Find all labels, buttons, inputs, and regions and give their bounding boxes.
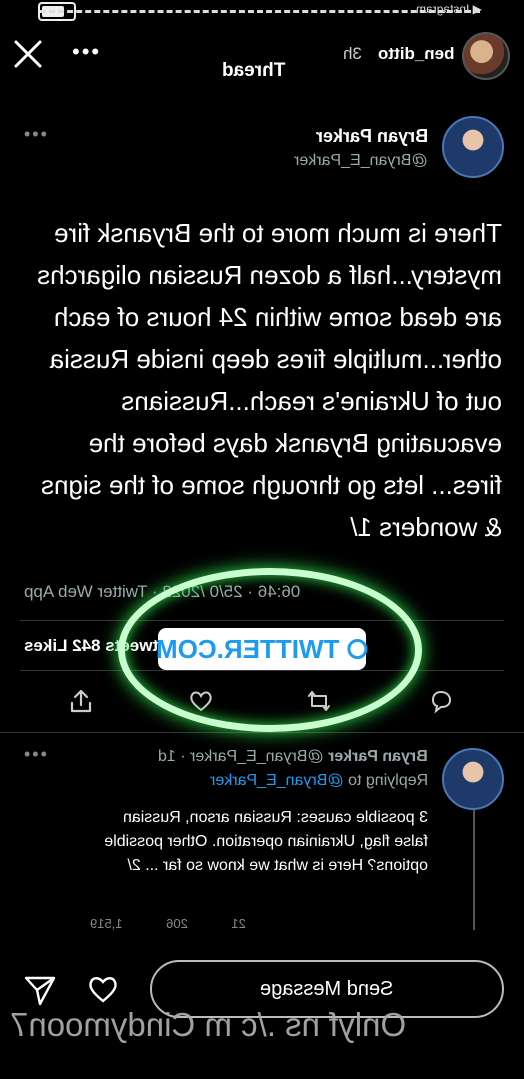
story-age: 3h: [343, 44, 362, 63]
story-username[interactable]: ben_ditto: [378, 44, 455, 64]
back-to-instagram-link[interactable]: ◀ Instagram: [416, 2, 482, 16]
share-icon[interactable]: [68, 688, 94, 714]
watermark-text: Onlyf ns ./c m Cindymoon7: [10, 1006, 407, 1043]
reply-stats: 21 206 1,519: [90, 916, 246, 931]
divider: [0, 732, 524, 733]
replying-to: Replying to @Bryan_E_Parker: [209, 772, 428, 789]
replying-to-link[interactable]: @Bryan_E_Parker: [210, 772, 344, 789]
story-progress-bar: [40, 10, 480, 13]
close-icon[interactable]: [12, 38, 44, 70]
thread-title: Thread: [222, 60, 286, 81]
author-handle[interactable]: @Bryan_E_Parker: [294, 152, 428, 170]
author-name[interactable]: Bryan Parker: [316, 126, 428, 147]
reply-more-button[interactable]: •••: [24, 744, 49, 765]
link-sticker-label: TWITTER.COM: [156, 633, 340, 664]
tweet-more-button[interactable]: •••: [24, 124, 49, 145]
story-avatar[interactable]: [462, 32, 510, 80]
story-header: ••• 3h ben_ditto Thread: [0, 28, 524, 88]
reply-author[interactable]: Bryan Parker @Bryan_E_Parker · 1d: [158, 748, 428, 766]
send-icon[interactable]: [22, 972, 58, 1008]
reply-text: 3 possible causes: Russian arson, Russia…: [104, 809, 428, 874]
story-more-button[interactable]: •••: [72, 41, 101, 63]
heart-icon[interactable]: [86, 972, 120, 1006]
thread-connector-line: [473, 810, 475, 930]
status-bar: ◀ Instagram: [0, 0, 524, 24]
reply-icon[interactable]: [428, 688, 454, 714]
back-to-instagram-label: ◀ Instagram: [416, 2, 482, 16]
link-icon: [347, 639, 368, 659]
author-avatar[interactable]: [442, 116, 504, 178]
tweet-text: There is much more to the Bryansk fire m…: [37, 218, 502, 542]
link-sticker[interactable]: TWITTER.COM: [156, 628, 368, 670]
reply-author-avatar[interactable]: [442, 748, 504, 810]
